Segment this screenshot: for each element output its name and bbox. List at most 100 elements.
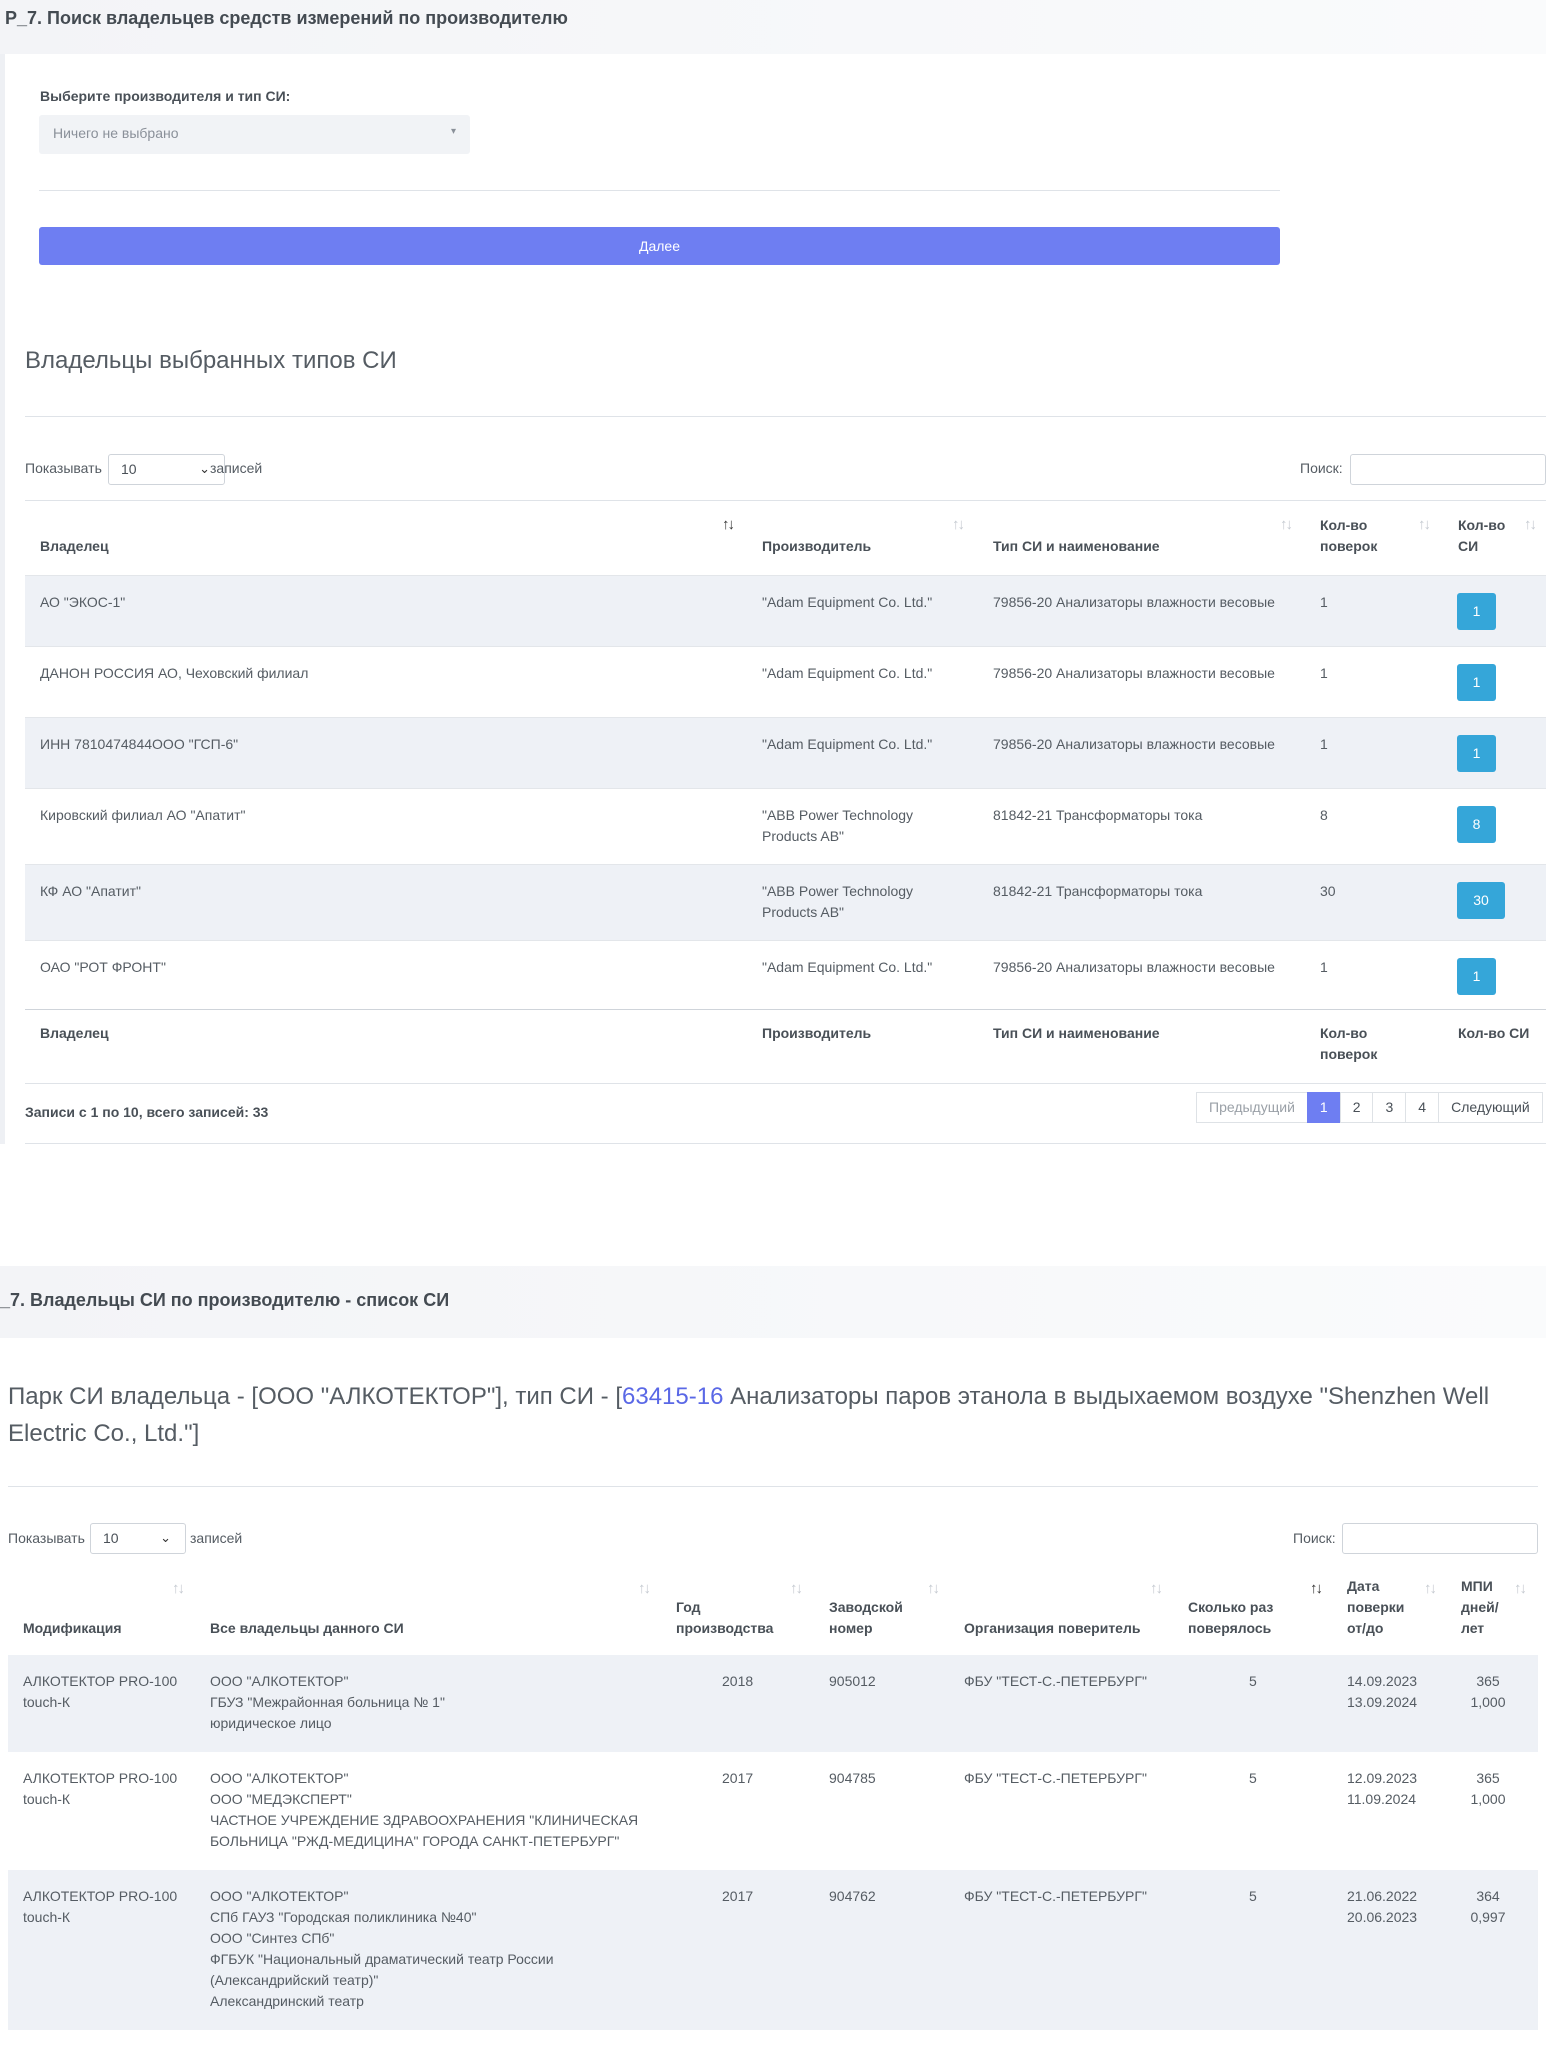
cell-dates: 21.06.2022 20.06.2023 — [1347, 1886, 1417, 1928]
search-input[interactable] — [1350, 454, 1546, 485]
sort-icon[interactable]: ↑↓ — [1280, 516, 1293, 533]
owner-line: БОЛЬНИЦА "РЖД-МЕДИЦИНА" ГОРОДА САНКТ-ПЕТ… — [210, 1833, 620, 1849]
count-button[interactable]: 30 — [1457, 882, 1505, 919]
cell-type: 79856-20 Анализаторы влажности весовые — [993, 736, 1275, 752]
cell-maker: "Adam Equipment Co. Ltd." — [762, 736, 933, 752]
search-label: Поиск: — [1293, 1530, 1336, 1546]
show-label: Показывать — [25, 460, 102, 476]
sort-icon[interactable]: ↑↓ — [638, 1580, 651, 1597]
table-title: Владельцы выбранных типов СИ — [25, 347, 397, 374]
col-owner[interactable]: Владелец — [40, 536, 109, 557]
page-length-select[interactable]: 10 ⌄ — [108, 454, 225, 485]
col-checks[interactable]: Кол-во поверок — [1320, 515, 1410, 557]
foot-count: Кол-во СИ — [1458, 1025, 1530, 1041]
page-1-button[interactable]: 1 — [1306, 1092, 1341, 1123]
show-label: Показывать — [8, 1530, 85, 1546]
prev-page-button[interactable]: Предыдущий — [1196, 1092, 1308, 1123]
owner-line: ООО "Синтез СПб" — [210, 1930, 335, 1946]
page-4-button[interactable]: 4 — [1405, 1092, 1440, 1123]
col-owners[interactable]: Все владельцы данного СИ — [210, 1618, 404, 1639]
sort-icon[interactable]: ↑↓ — [172, 1580, 185, 1597]
count-button[interactable]: 1 — [1457, 593, 1496, 630]
cell-checks: 1 — [1320, 665, 1328, 681]
col-count[interactable]: Кол-во СИ — [1458, 515, 1518, 557]
cell-owner: ОАО "РОТ ФРОНТ" — [40, 959, 166, 975]
col-year[interactable]: Год производства — [676, 1597, 786, 1639]
cell-maker: "Adam Equipment Co. Ltd." — [762, 959, 933, 975]
cell-org: ФБУ "ТЕСТ-С.-ПЕТЕРБУРГ" — [964, 1888, 1147, 1904]
next-button[interactable]: Далее — [39, 227, 1280, 265]
owner-park-title: Парк СИ владельца - [ООО "АЛКОТЕКТОР"], … — [8, 1378, 1508, 1452]
count-button[interactable]: 1 — [1457, 664, 1496, 701]
table-row: Кировский филиал АО "Апатит" "ABB Power … — [25, 788, 1546, 864]
count-button[interactable]: 1 — [1457, 958, 1496, 995]
cell-checks: 1 — [1320, 594, 1328, 610]
cell-checks: 1 — [1320, 736, 1328, 752]
col-serial[interactable]: Заводской номер — [829, 1597, 919, 1639]
page-3-button[interactable]: 3 — [1372, 1092, 1407, 1123]
date-from: 14.09.2023 — [1347, 1673, 1418, 1689]
sort-icon[interactable]: ↑↓ — [1310, 1580, 1323, 1597]
pagination: Предыдущий 1 2 3 4 Следующий — [1196, 1092, 1543, 1123]
mpi-years: 1,000 — [1470, 1694, 1506, 1710]
cell-mpi: 364 0,997 — [1456, 1886, 1520, 1928]
cell-org: ФБУ "ТЕСТ-С.-ПЕТЕРБУРГ" — [964, 1673, 1147, 1689]
cell-modification: АЛКОТЕКТОР PRO-100 touch-К — [23, 1673, 178, 1710]
sort-icon[interactable]: ↑↓ — [1524, 516, 1537, 533]
cell-owner: ДАНОН РОССИЯ АО, Чеховский филиал — [40, 665, 309, 681]
mpi-years: 1,000 — [1470, 1791, 1506, 1807]
count-button[interactable]: 1 — [1457, 735, 1496, 772]
sort-icon[interactable]: ↑↓ — [927, 1580, 940, 1597]
mpi-years: 0,997 — [1470, 1909, 1506, 1925]
section2-header-bar: _7. Владельцы СИ по производителю - спис… — [0, 1266, 1546, 1338]
cell-maker: "ABB Power Technology Products AB" — [762, 883, 914, 920]
next-page-button[interactable]: Следующий — [1438, 1092, 1543, 1123]
sort-icon[interactable]: ↑↓ — [790, 1580, 803, 1597]
sort-icon[interactable]: ↑↓ — [952, 516, 965, 533]
sort-icon[interactable]: ↑↓ — [1514, 1580, 1527, 1597]
sort-icon[interactable]: ↑↓ — [722, 516, 735, 533]
date-from: 12.09.2023 — [1347, 1770, 1418, 1786]
owner-line: (Александрийский театр)" — [210, 1972, 379, 1988]
col-date[interactable]: Дата поверки от/до — [1347, 1576, 1419, 1639]
cell-year: 2017 — [722, 1888, 754, 1904]
col-modification[interactable]: Модификация — [23, 1618, 122, 1639]
sort-icon[interactable]: ↑↓ — [1418, 516, 1431, 533]
col-times[interactable]: Сколько раз поверялось — [1188, 1597, 1288, 1639]
owner-line: ООО "АЛКОТЕКТОР" — [210, 1888, 349, 1904]
cell-maker: "Adam Equipment Co. Ltd." — [762, 665, 933, 681]
cell-checks: 1 — [1320, 959, 1328, 975]
cell-owner: Кировский филиал АО "Апатит" — [40, 807, 246, 823]
caret-down-icon: ▾ — [450, 126, 456, 137]
sort-icon[interactable]: ↑↓ — [1424, 1580, 1437, 1597]
date-to: 20.06.2023 — [1347, 1909, 1418, 1925]
cell-serial: 904785 — [829, 1770, 876, 1786]
page-2-button[interactable]: 2 — [1339, 1092, 1374, 1123]
manufacturer-select[interactable]: Ничего не выбрано ▾ — [39, 115, 470, 154]
sort-icon[interactable]: ↑↓ — [1150, 1580, 1163, 1597]
col-org[interactable]: Организация поверитель — [964, 1618, 1140, 1639]
mpi-days: 365 — [1476, 1673, 1500, 1689]
count-button[interactable]: 8 — [1457, 806, 1496, 843]
table-row: АЛКОТЕКТОР PRO-100 touch-К ООО "АЛКОТЕКТ… — [8, 1655, 1538, 1752]
owner-line: СПб ГАУЗ "Городская поликлиника №40" — [210, 1909, 477, 1925]
cell-owners: ООО "АЛКОТЕКТОР" ООО "МЕДЭКСПЕРТ" ЧАСТНО… — [210, 1768, 638, 1852]
owner-line: юридическое лицо — [210, 1715, 332, 1731]
cell-maker: "Adam Equipment Co. Ltd." — [762, 594, 933, 610]
page-length-select[interactable]: 10 ⌄ — [90, 1523, 186, 1554]
entries-label: записей — [210, 460, 263, 476]
cell-year: 2018 — [722, 1673, 754, 1689]
col-mpi[interactable]: МПИ дней/ лет — [1461, 1576, 1511, 1639]
search-input[interactable] — [1342, 1523, 1538, 1554]
cell-times: 5 — [1249, 1888, 1257, 1904]
cell-maker: "ABB Power Technology Products AB" — [762, 807, 914, 844]
owner-line: ЧАСТНОЕ УЧРЕЖДЕНИЕ ЗДРАВООХРАНЕНИЯ "КЛИН… — [210, 1812, 639, 1828]
type-link[interactable]: 63415-16 — [622, 1383, 723, 1410]
divider — [25, 1143, 1546, 1144]
col-maker[interactable]: Производитель — [762, 536, 871, 557]
cell-dates: 12.09.2023 11.09.2024 — [1347, 1768, 1417, 1810]
col-type[interactable]: Тип СИ и наименование — [993, 536, 1160, 557]
date-to: 11.09.2024 — [1347, 1791, 1417, 1807]
date-from: 21.06.2022 — [1347, 1888, 1418, 1904]
title-prefix: Парк СИ владельца - [ООО "АЛКОТЕКТОР"], … — [8, 1383, 622, 1410]
